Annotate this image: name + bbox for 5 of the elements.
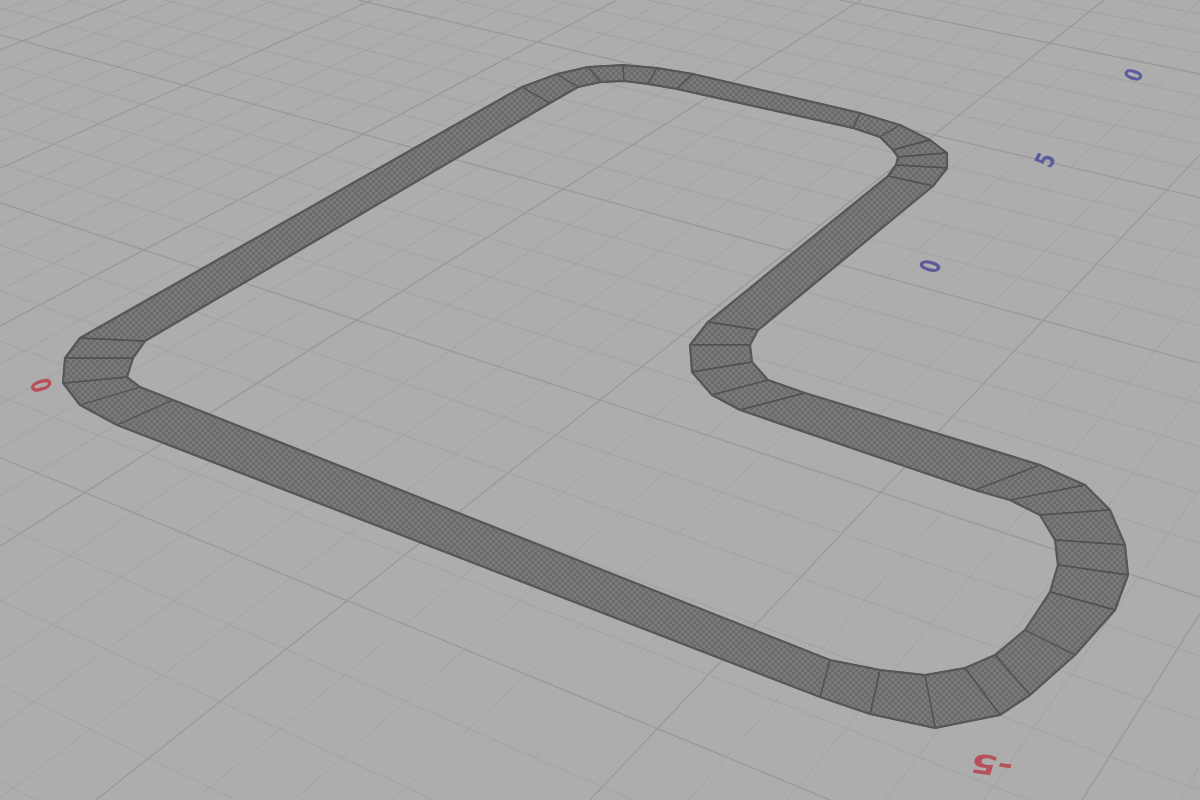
axis-label: 0 bbox=[911, 255, 949, 277]
axis-label: 0 bbox=[1118, 65, 1150, 85]
axis-label: -5 bbox=[966, 746, 1018, 784]
axis-label: 5 bbox=[1028, 148, 1062, 172]
axis-label: 0 bbox=[25, 374, 59, 396]
